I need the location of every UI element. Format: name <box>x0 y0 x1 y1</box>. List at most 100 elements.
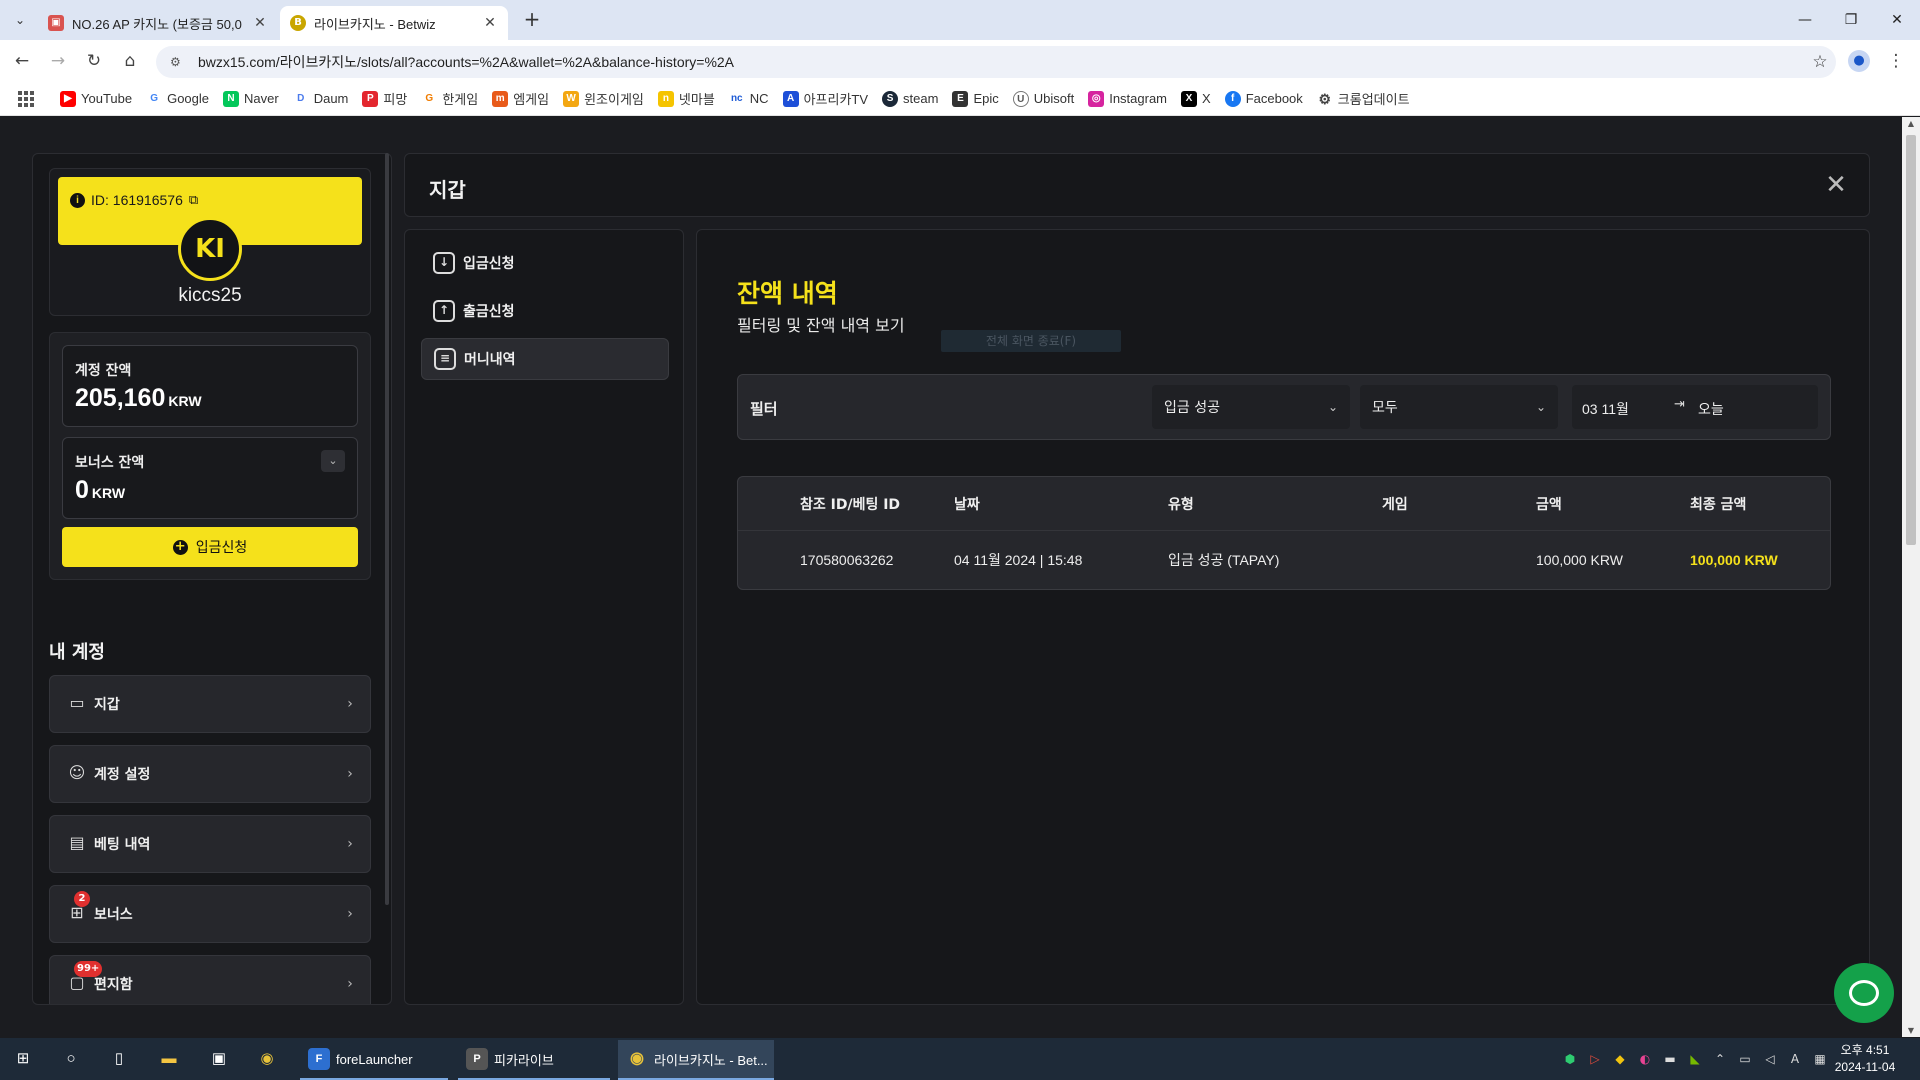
receipt-icon: ▤ <box>69 833 85 852</box>
bookmark-hangame[interactable]: G 한게임 <box>421 89 478 108</box>
back-icon[interactable]: ← <box>10 49 34 73</box>
copy-icon[interactable]: ⧉ <box>189 192 198 208</box>
network-icon[interactable]: ▭ <box>1735 1052 1755 1066</box>
wallet-nav-money-history[interactable]: ≡ 머니내역 <box>421 338 669 380</box>
wallet-icon: ▭ <box>69 693 85 712</box>
browser-menu-icon[interactable]: ⋮ <box>1886 48 1906 74</box>
table-row[interactable]: 170580063262 04 11월 2024 | 15:48 입금 성공 (… <box>738 531 1830 589</box>
bookmark-star-icon[interactable]: ☆ <box>1804 52 1836 72</box>
browser-tab-active[interactable]: B 라이브카지노 - Betwiz ✕ <box>280 6 508 40</box>
bookmark-steam[interactable]: Ssteam <box>882 90 938 107</box>
bonus-balance-label: 보너스 잔액 <box>75 455 145 471</box>
taskbar-app-chrome[interactable]: ◉ 라이브카지노 - Bet... <box>618 1040 774 1080</box>
volume-icon[interactable]: ◁ <box>1760 1052 1780 1066</box>
url-text[interactable]: bwzx15.com/라이브카지노/slots/all?accounts=%2A… <box>198 52 1804 72</box>
reload-icon[interactable]: ↻ <box>82 49 106 73</box>
chevron-icon[interactable]: ⌃ <box>1710 1052 1730 1066</box>
media-icon[interactable]: ◐ <box>1635 1052 1655 1066</box>
scrollbar-thumb[interactable] <box>1906 135 1916 545</box>
store-button[interactable]: ▣ <box>208 1038 230 1080</box>
browser-tab-bar: ⌄ ▣ NO.26 AP 카지노 (보증금 50,0 ✕ B 라이브카지노 - … <box>0 0 1920 40</box>
bookmark-instagram[interactable]: ◎ Instagram <box>1088 90 1167 107</box>
forward-icon[interactable]: → <box>46 49 70 73</box>
close-tab-icon[interactable]: ✕ <box>252 15 268 31</box>
bookmark-nc[interactable]: nc NC <box>728 90 769 107</box>
bookmark-youtube[interactable]: ▶ YouTube <box>60 90 132 107</box>
wallet-nav-withdraw[interactable]: ↑ 출금신청 <box>421 290 669 332</box>
apps-grid-icon[interactable] <box>18 90 34 107</box>
search-button[interactable]: ○ <box>60 1038 82 1080</box>
task-view-icon: ▯ <box>114 1050 124 1067</box>
bookmark-pmang[interactable]: P 피망 <box>362 89 407 108</box>
bookmark-netmarble[interactable]: n 넷마블 <box>657 89 715 108</box>
wallet-nav-label: 머니내역 <box>464 352 516 368</box>
sidebar-scrollbar[interactable] <box>385 153 389 905</box>
bookmark-winjoy[interactable]: W 윈조이게임 <box>563 89 644 108</box>
bookmark-afreecatv[interactable]: A 아프리카TV <box>782 89 868 108</box>
home-icon[interactable]: ⌂ <box>118 49 142 73</box>
scroll-down-icon[interactable]: ▼ <box>1902 1026 1920 1035</box>
bookmark-ubisoft[interactable]: U Ubisoft <box>1012 90 1074 107</box>
deposit-button[interactable]: + 입금신청 <box>62 527 358 567</box>
chrome-button[interactable]: ◉ <box>256 1038 278 1080</box>
menu-item-wallet[interactable]: ▭ 지갑 › <box>49 675 371 733</box>
taskbar-clock[interactable]: 오후 4:51 2024-11-04 <box>1832 1042 1898 1076</box>
menu-item-bonus[interactable]: ⊞ 2 보너스 › <box>49 885 371 943</box>
close-tab-icon[interactable]: ✕ <box>482 15 498 31</box>
nvidia-icon[interactable]: ◣ <box>1685 1052 1705 1066</box>
file-explorer-button[interactable]: ▬ <box>158 1038 180 1080</box>
wallet-nav-deposit[interactable]: ↓ 입금신청 <box>421 242 669 284</box>
scroll-up-icon[interactable]: ▲ <box>1902 119 1920 128</box>
bookmark-mgame[interactable]: m 엠게임 <box>492 89 549 108</box>
cell-ref-id: 170580063262 <box>800 552 894 568</box>
bookmark-google[interactable]: G Google <box>146 90 209 107</box>
date-range-picker[interactable]: 03 11월 ⇥ 오늘 <box>1572 385 1818 429</box>
menu-item-account-settings[interactable]: ☺ 계정 설정 › <box>49 745 371 803</box>
new-tab-button[interactable]: + <box>520 8 544 32</box>
browser-tab-inactive[interactable]: ▣ NO.26 AP 카지노 (보증금 50,0 ✕ <box>38 6 278 40</box>
bookmark-epic[interactable]: E Epic <box>952 90 999 107</box>
live-chat-button[interactable] <box>1834 963 1894 1023</box>
bookmark-x[interactable]: XX <box>1181 90 1211 107</box>
address-bar[interactable]: ⚙ bwzx15.com/라이브카지노/slots/all?accounts=%… <box>156 46 1836 78</box>
bookmark-naver[interactable]: N Naver <box>223 90 279 107</box>
close-window-icon[interactable]: ✕ <box>1874 0 1920 40</box>
cell-type: 입금 성공 (TAPAY) <box>1168 552 1280 568</box>
menu-item-betting-history[interactable]: ▤ 베팅 내역 › <box>49 815 371 873</box>
start-button[interactable]: ⊞ <box>12 1038 34 1080</box>
tab-search-button[interactable]: ⌄ <box>10 10 30 30</box>
restore-icon[interactable]: ❐ <box>1828 0 1874 40</box>
x-icon: X <box>1181 90 1198 107</box>
site-info-icon[interactable]: ⚙ <box>170 55 186 69</box>
close-icon[interactable]: ✕ <box>1821 170 1851 200</box>
play-icon[interactable]: ▷ <box>1585 1052 1605 1066</box>
taskbar-app-pikalive[interactable]: P 피카라이브 <box>458 1040 610 1080</box>
taskbar-app-forelauncher[interactable]: F foreLauncher <box>300 1040 448 1080</box>
chevron-down-icon[interactable]: ⌄ <box>321 450 345 472</box>
type-select[interactable]: 입금 성공 ⌄ <box>1152 385 1350 429</box>
keyboard-icon[interactable]: ▦ <box>1810 1052 1830 1066</box>
column-header: 금액 <box>1536 496 1562 513</box>
network-card-icon[interactable]: ▬ <box>1660 1052 1680 1066</box>
bookmark-daum[interactable]: D Daum <box>292 90 348 107</box>
menu-item-inbox[interactable]: ▢ 99+ 편지함 › <box>49 955 371 1004</box>
page-scrollbar[interactable]: ▲ ▼ <box>1902 117 1920 1037</box>
taskbar-app-label: foreLauncher <box>336 1051 413 1067</box>
exit-fullscreen-hint[interactable]: 전체 화면 종료(F) <box>941 330 1121 352</box>
security-icon[interactable]: ◆ <box>1610 1052 1630 1066</box>
bookmark-facebook[interactable]: f Facebook <box>1224 90 1303 107</box>
profile-icon[interactable]: ● <box>1848 50 1870 72</box>
minimize-icon[interactable]: — <box>1782 0 1828 40</box>
account-balance-amount: 205,160 KRW <box>75 384 202 412</box>
ime-icon[interactable]: A <box>1785 1052 1805 1066</box>
info-icon: i <box>70 192 85 208</box>
task-view-button[interactable]: ▯ <box>108 1038 130 1080</box>
game-select[interactable]: 모두 ⌄ <box>1360 385 1558 429</box>
pikalive-icon: P <box>466 1048 488 1070</box>
user-id: i ID: 161916576 ⧉ <box>70 192 198 208</box>
history-table: 참조 ID/베팅 ID 날짜 유형 게임 금액 최종 금액 1705800632… <box>737 476 1831 590</box>
clock-time: 오후 4:51 <box>1840 1043 1890 1057</box>
bookmark-chrome-update[interactable]: ⚙ 크롬업데이트 <box>1316 89 1410 108</box>
shield-icon[interactable]: ⬢ <box>1560 1052 1580 1066</box>
username: kiccs25 <box>178 285 242 306</box>
